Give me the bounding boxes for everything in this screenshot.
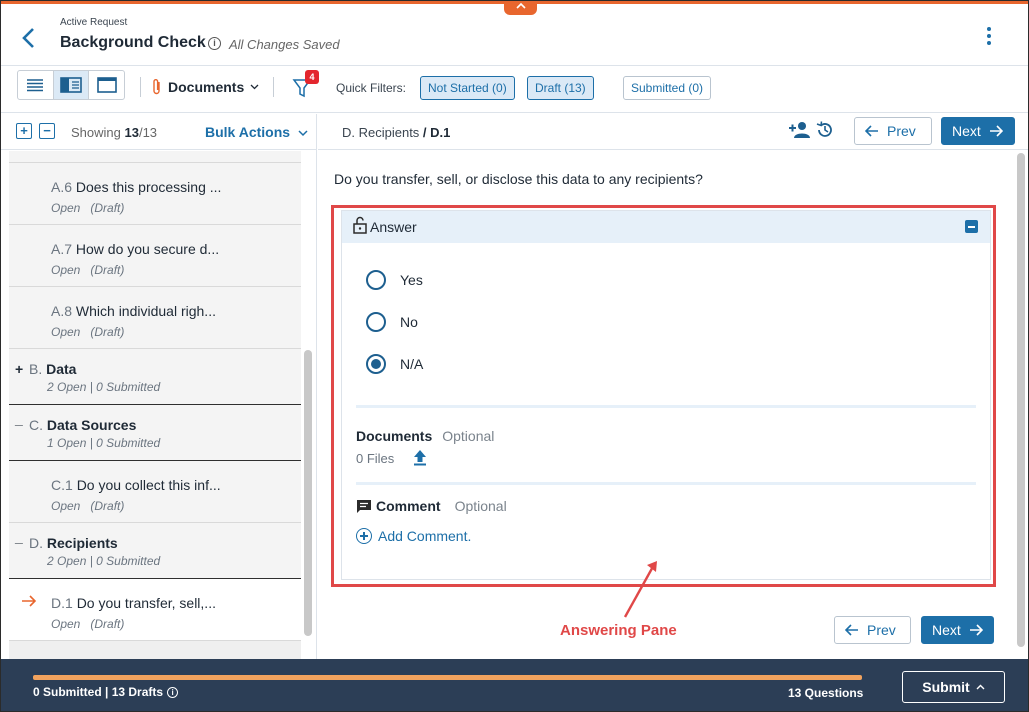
list-toolbar: + − Showing 13/13 Bulk Actions — [1, 114, 316, 150]
chevron-down-icon — [250, 84, 259, 90]
section-data[interactable]: + B. Data 2 Open | 0 Submitted — [9, 349, 301, 405]
split-view-icon — [60, 77, 82, 93]
chevron-left-icon — [22, 28, 34, 48]
prev-button-bottom[interactable]: Prev — [834, 616, 911, 644]
list-item[interactable] — [9, 151, 301, 163]
history-icon[interactable] — [815, 120, 835, 140]
chip-not-started[interactable]: Not Started (0) — [420, 76, 515, 100]
app-window: Active Request Background Check i All Ch… — [0, 0, 1029, 712]
chevron-down-icon — [298, 130, 308, 137]
chip-submitted[interactable]: Submitted (0) — [623, 76, 712, 100]
prev-button-top[interactable]: Prev — [854, 117, 932, 145]
next-button-bottom[interactable]: Next — [921, 616, 994, 644]
annotation-label: Answering Pane — [560, 622, 677, 639]
section-data-sources[interactable]: _ C. Data Sources 1 Open | 0 Submitted — [9, 405, 301, 461]
arrow-left-icon — [865, 125, 878, 137]
documents-dropdown[interactable]: Documents — [152, 78, 259, 96]
progress-bar — [33, 675, 862, 680]
list-scrollbar[interactable] — [304, 350, 312, 636]
arrow-left-icon — [845, 624, 858, 636]
info-icon[interactable]: i — [208, 37, 221, 50]
filter-count-badge: 4 — [305, 70, 319, 84]
question-text: Do you transfer, sell, or disclose this … — [334, 171, 703, 187]
documents-label: Documents — [168, 79, 245, 95]
page-title: Background Check — [60, 34, 206, 51]
list-view-button[interactable] — [18, 71, 54, 99]
list-item[interactable]: A.7 How do you secure d... Open (Draft) — [9, 225, 301, 287]
answering-pane-highlight — [331, 205, 996, 587]
quick-filters-label: Quick Filters: — [336, 81, 407, 95]
list-item-current[interactable]: D.1 Do you transfer, sell,... Open (Draf… — [9, 579, 301, 641]
more-options-icon[interactable] — [982, 24, 996, 52]
next-button-top[interactable]: Next — [941, 117, 1015, 145]
toolbar: Documents 4 Quick Filters: Not Started (… — [1, 67, 1028, 113]
question-list: A.6 Does this processing ... Open (Draft… — [9, 151, 301, 659]
question-count: 13 Questions — [788, 686, 864, 700]
toolbar-divider — [273, 77, 274, 97]
footer-summary: 0 Submitted | 13 Drafts i — [33, 685, 179, 699]
window-view-icon — [96, 77, 117, 93]
list-item[interactable]: A.6 Does this processing ... Open (Draft… — [9, 163, 301, 225]
assign-user-icon[interactable] — [788, 120, 812, 140]
annotation-arrow-icon — [623, 561, 657, 618]
toolbar-divider — [140, 77, 141, 97]
view-switcher — [17, 70, 125, 100]
full-view-button[interactable] — [89, 71, 124, 99]
bulk-actions-dropdown[interactable]: Bulk Actions — [205, 124, 308, 140]
back-button[interactable] — [19, 26, 39, 50]
list-item[interactable]: A.8 Which individual righ... Open (Draft… — [9, 287, 301, 349]
current-arrow-icon — [22, 595, 37, 607]
collapse-all-button[interactable]: − — [39, 123, 55, 139]
split-view-button[interactable] — [53, 71, 90, 99]
chevron-up-icon — [976, 684, 985, 690]
submit-button[interactable]: Submit — [902, 671, 1005, 703]
list-item[interactable]: C.1 Do you collect this inf... Open (Dra… — [9, 461, 301, 523]
save-status: All Changes Saved — [229, 37, 340, 52]
question-breadcrumb: D. Recipients / D.1 — [342, 125, 451, 140]
footer-bar: 0 Submitted | 13 Drafts i 13 Questions S… — [1, 659, 1028, 711]
info-icon[interactable]: i — [167, 686, 179, 698]
arrow-right-icon — [989, 125, 1003, 137]
page-header: Active Request Background Check i All Ch… — [1, 4, 1028, 66]
breadcrumb: Active Request — [60, 17, 128, 28]
section-recipients[interactable]: _ D. Recipients 2 Open | 0 Submitted — [9, 523, 301, 579]
question-list-pane: + − Showing 13/13 Bulk Actions A.6 Does … — [1, 114, 317, 659]
showing-count: Showing 13/13 — [71, 125, 158, 140]
chip-draft[interactable]: Draft (13) — [527, 76, 594, 100]
expand-all-button[interactable]: + — [16, 123, 32, 139]
content-scrollbar[interactable] — [1017, 153, 1025, 647]
paperclip-icon — [153, 79, 160, 95]
list-view-icon — [27, 79, 44, 92]
question-header: D. Recipients / D.1 Prev Next — [318, 114, 1028, 150]
arrow-right-icon — [969, 624, 983, 636]
